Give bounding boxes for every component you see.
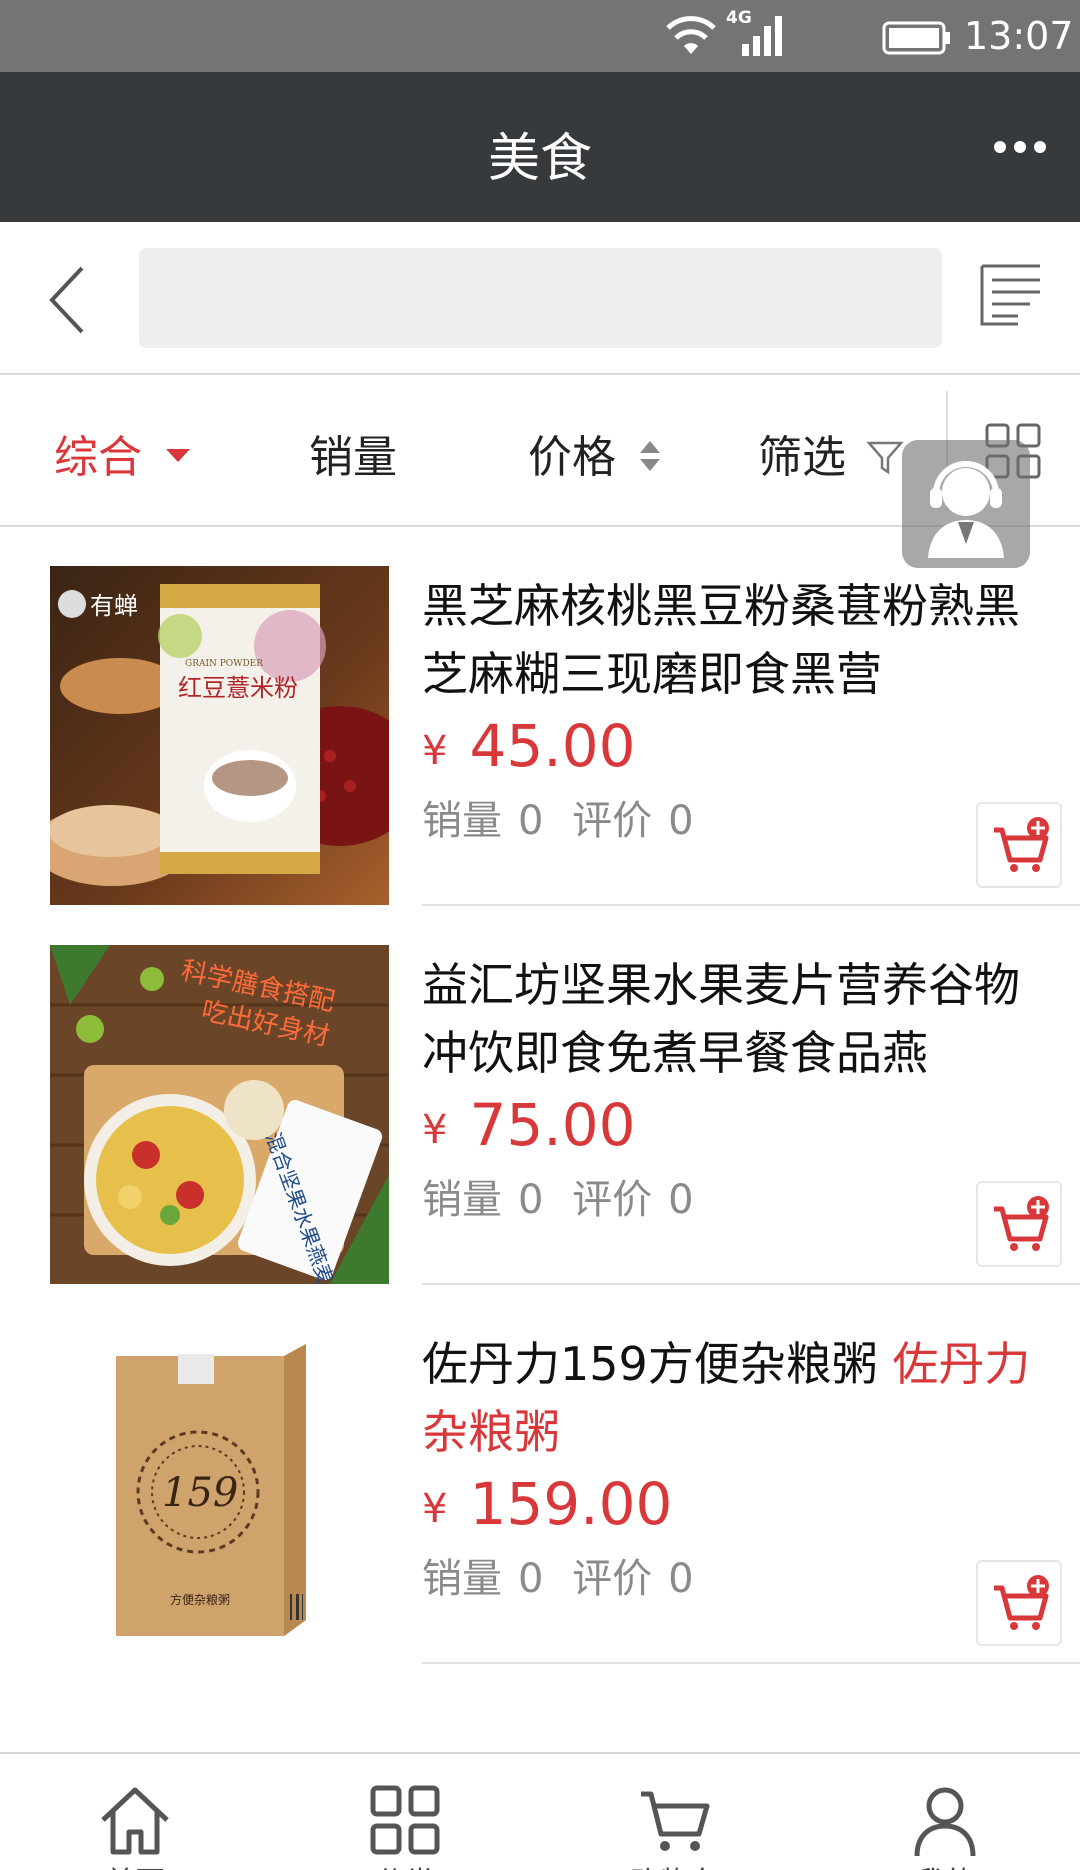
- nav-label: 我的: [810, 1858, 1080, 1870]
- divider: [422, 904, 1080, 906]
- sales-count: 0: [518, 1177, 544, 1223]
- sales-count: 0: [518, 798, 544, 844]
- filter-label: 综合: [54, 432, 142, 483]
- image-number: 159: [162, 1470, 238, 1516]
- product-price: ¥75.00: [422, 1091, 636, 1159]
- product-price: ¥159.00: [422, 1470, 672, 1538]
- reviews-label: 评价: [572, 1556, 653, 1602]
- product-stats: 销量 0 评价 0: [422, 1546, 710, 1604]
- nav-home[interactable]: 首页: [0, 1754, 270, 1870]
- filter-label: 价格: [528, 432, 616, 483]
- funnel-icon: [866, 441, 904, 475]
- caret-down-icon: [166, 449, 190, 462]
- currency-symbol: ¥: [422, 1486, 448, 1532]
- product-title-text: 佐丹力159方便杂粮粥: [422, 1337, 893, 1391]
- product-title[interactable]: 黑芝麻核桃黑豆粉桑葚粉熟黑芝麻糊三现磨即食黑营: [422, 572, 1042, 708]
- product-stats: 销量 0 评价 0: [422, 788, 710, 846]
- app-screen: 4G 13:07 美食 综合 销量 价格 筛选 GRAIN POWDER 红豆薏…: [0, 0, 1080, 1870]
- bottom-nav: 首页 分类 购物车 我的: [0, 1752, 1080, 1870]
- add-to-cart-button[interactable]: [976, 802, 1062, 888]
- filter-comprehensive[interactable]: 综合: [54, 421, 192, 483]
- more-options-icon[interactable]: [992, 132, 1048, 162]
- add-cart-icon: [994, 1575, 1049, 1630]
- image-box-text: 方便杂粮粥: [170, 1592, 230, 1607]
- add-to-cart-button[interactable]: [976, 1560, 1062, 1646]
- list-menu-icon[interactable]: [978, 262, 1044, 328]
- nav-label: 分类: [270, 1858, 540, 1870]
- add-cart-icon: [994, 1196, 1049, 1251]
- filter-label: 销量: [309, 432, 397, 483]
- page-title: 美食: [487, 129, 592, 189]
- clock: 13:07: [964, 14, 1074, 58]
- product-title[interactable]: 益汇坊坚果水果麦片营养谷物冲饮即食免煮早餐食品燕: [422, 951, 1042, 1087]
- back-arrow-icon[interactable]: [40, 260, 100, 340]
- reviews-count: 0: [668, 1177, 694, 1223]
- product-image[interactable]: 混合坚果水果燕麦 科学膳食搭配 吃出好身材: [50, 945, 389, 1284]
- customer-service-button[interactable]: [902, 440, 1030, 568]
- user-icon: [914, 1787, 976, 1857]
- cart-icon: [641, 1791, 710, 1851]
- image-brand: 有蝉: [90, 592, 138, 620]
- currency-symbol: ¥: [422, 1107, 448, 1153]
- filter-screen[interactable]: 筛选: [758, 421, 904, 483]
- signal-icon: [742, 16, 782, 56]
- filter-sales[interactable]: 销量: [309, 421, 397, 483]
- image-product-name: 红豆薏米粉: [178, 674, 298, 702]
- nav-cart[interactable]: 购物车: [540, 1754, 810, 1870]
- price-amount: 159.00: [469, 1470, 673, 1538]
- image-subtitle: GRAIN POWDER: [185, 659, 263, 669]
- price-amount: 75.00: [469, 1091, 636, 1159]
- add-to-cart-button[interactable]: [976, 1181, 1062, 1267]
- product-image[interactable]: 159 方便杂粮粥: [50, 1324, 389, 1663]
- search-bar: [0, 222, 1080, 375]
- customer-service-icon: [928, 461, 1004, 558]
- nav-category[interactable]: 分类: [270, 1754, 540, 1870]
- status-bar: 4G 13:07: [0, 0, 1080, 72]
- product-title-text: 益汇坊坚果水果麦片营养谷物冲饮即食免煮早餐食品燕: [422, 958, 1020, 1080]
- divider: [422, 1283, 1080, 1285]
- nav-label: 购物车: [540, 1858, 810, 1870]
- filter-label: 筛选: [758, 432, 846, 483]
- sales-label: 销量: [422, 798, 502, 844]
- product-stats: 销量 0 评价 0: [422, 1167, 710, 1225]
- nav-mine[interactable]: 我的: [810, 1754, 1080, 1870]
- battery-icon: [882, 21, 950, 55]
- product-price: ¥45.00: [422, 712, 636, 780]
- reviews-count: 0: [668, 798, 694, 844]
- wifi-icon: [666, 16, 716, 54]
- product-title-text: 黑芝麻核桃黑豆粉桑葚粉熟黑芝麻糊三现磨即食黑营: [422, 579, 1020, 701]
- price-amount: 45.00: [469, 712, 636, 780]
- sales-label: 销量: [422, 1177, 502, 1223]
- product-title[interactable]: 佐丹力159方便杂粮粥 佐丹力杂粮粥: [422, 1330, 1042, 1466]
- title-bar: 美食: [0, 72, 1080, 222]
- filter-price[interactable]: 价格: [528, 421, 664, 483]
- home-icon: [101, 1787, 169, 1855]
- reviews-label: 评价: [572, 798, 653, 844]
- reviews-label: 评价: [572, 1177, 653, 1223]
- currency-symbol: ¥: [422, 728, 448, 774]
- product-image[interactable]: GRAIN POWDER 红豆薏米粉 有蝉: [50, 566, 389, 905]
- nav-label: 首页: [0, 1858, 270, 1870]
- sales-count: 0: [518, 1556, 544, 1602]
- grid-icon: [370, 1785, 440, 1855]
- product-item[interactable]: 159 方便杂粮粥 佐丹力159方便杂粮粥 佐丹力杂粮粥 ¥159.00 销量 0…: [0, 1324, 1080, 1704]
- add-cart-icon: [994, 817, 1049, 872]
- product-item[interactable]: 混合坚果水果燕麦 科学膳食搭配 吃出好身材 益汇坊坚果水果麦片营养谷物冲饮即食免…: [0, 945, 1080, 1325]
- search-input[interactable]: [139, 248, 942, 348]
- sort-arrows-icon: [640, 441, 660, 471]
- reviews-count: 0: [668, 1556, 694, 1602]
- divider: [422, 1662, 1080, 1664]
- sales-label: 销量: [422, 1556, 502, 1602]
- product-item[interactable]: GRAIN POWDER 红豆薏米粉 有蝉 黑芝麻核桃黑豆粉桑葚粉熟黑芝麻糊三现…: [0, 566, 1080, 946]
